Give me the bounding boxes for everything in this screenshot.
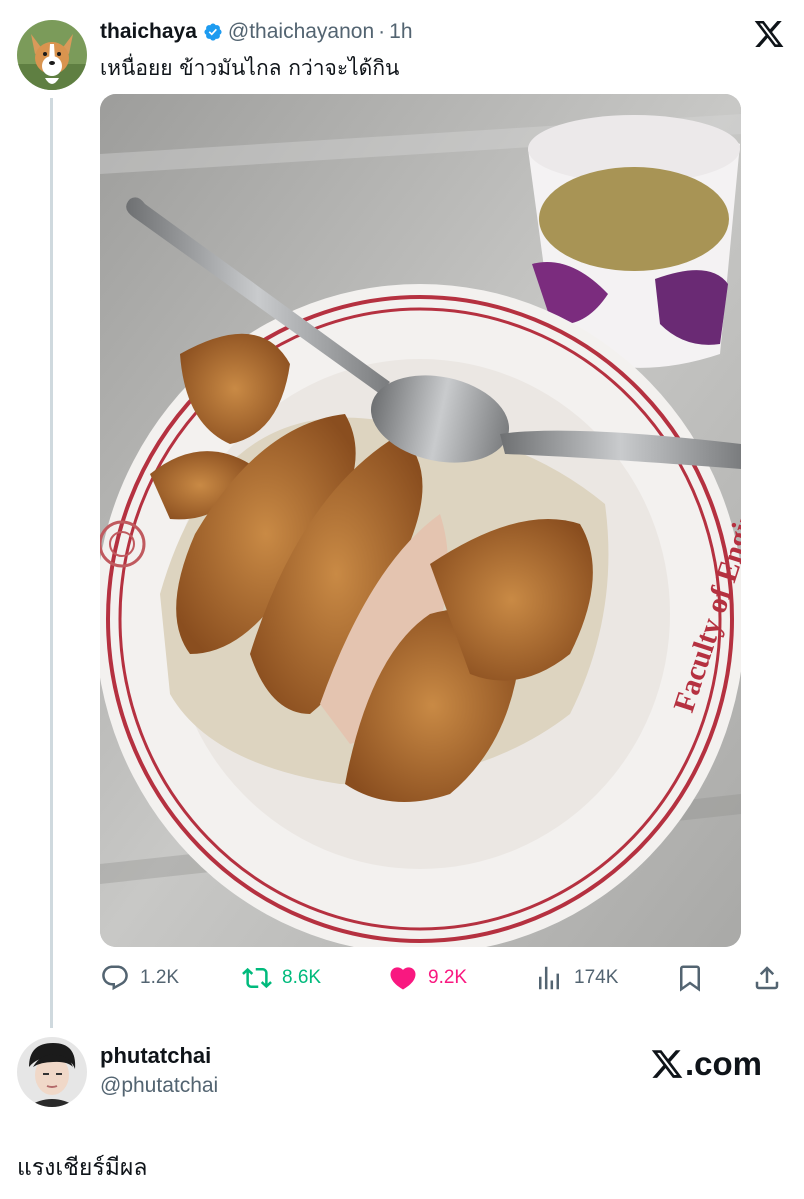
watermark-domain: .com: [685, 1045, 763, 1082]
bookmark-button[interactable]: [675, 960, 705, 996]
reply-button[interactable]: 1.2K: [100, 960, 179, 996]
thread-connector-line: [50, 98, 53, 1028]
share-button[interactable]: [752, 960, 782, 996]
like-button[interactable]: 9.2K: [388, 960, 467, 996]
author-handle[interactable]: @thaichayanon: [228, 20, 374, 44]
quote-user-display-name[interactable]: phutatchai: [100, 1043, 211, 1069]
views-button[interactable]: 174K: [534, 960, 618, 996]
like-icon: [390, 967, 416, 990]
tweet-action-bar: 1.2K 8.6K 9.2K 174K: [100, 960, 790, 996]
tweet-timestamp[interactable]: 1h: [389, 20, 412, 44]
tweet-photo[interactable]: Faculty of Enginee: [100, 94, 741, 947]
retweet-button[interactable]: 8.6K: [242, 960, 321, 996]
reply-icon: [102, 965, 128, 991]
x-com-watermark: .com: [650, 1044, 762, 1084]
retweet-icon: [242, 967, 272, 989]
bookmark-icon: [680, 965, 700, 992]
quote-user-avatar[interactable]: [17, 1037, 87, 1107]
author-display-name[interactable]: thaichaya: [100, 20, 197, 44]
quote-user-handle[interactable]: @phutatchai: [100, 1074, 218, 1098]
tweet-text: เหนื่อยย ข้าวมันไกล กว่าจะได้กิน: [100, 56, 400, 80]
like-count: 9.2K: [428, 967, 468, 988]
retweet-count: 8.6K: [282, 967, 322, 988]
x-logo-icon[interactable]: [752, 18, 786, 50]
x-logo-icon: [651, 1050, 683, 1078]
views-count: 174K: [574, 967, 619, 988]
author-avatar[interactable]: [17, 20, 87, 90]
dot-separator: ·: [378, 20, 386, 43]
reply-count: 1.2K: [140, 967, 180, 988]
views-icon: [539, 966, 559, 990]
caption-text: แรงเชียร์มีผล: [17, 1155, 148, 1181]
share-icon: [755, 966, 779, 990]
verified-badge-icon: [204, 23, 222, 41]
tweet-header: thaichaya @thaichayanon · 1h: [100, 18, 413, 46]
